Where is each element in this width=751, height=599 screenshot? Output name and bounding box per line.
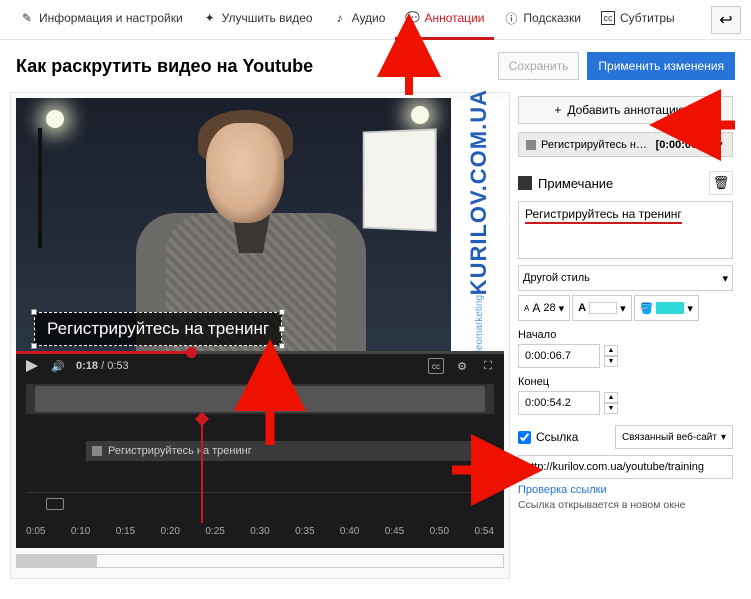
reply-arrow-icon: ↩ [719, 10, 732, 30]
annotation-panel: + Добавить аннотацию ▾ Регистрируйтесь н… [518, 92, 733, 579]
tab-enhance[interactable]: ✦ Улучшить видео [193, 0, 323, 40]
tab-enhance-label: Улучшить видео [222, 11, 313, 25]
volume-icon[interactable]: 🔊 [50, 358, 66, 374]
start-label: Начало [518, 329, 733, 341]
font-size-control[interactable]: AA 28 ▾ [518, 295, 570, 321]
chevron-down-icon: ▾ [687, 302, 693, 315]
horizontal-scrollbar[interactable] [16, 554, 504, 568]
end-step-down[interactable]: ▼ [604, 403, 618, 414]
player-controls: 🔊 0:18 / 0:53 cc ⚙ ⛶ [16, 354, 504, 378]
font-color-control[interactable]: A▾ [572, 295, 631, 321]
music-icon: ♪ [333, 11, 347, 25]
cc-button-icon[interactable]: cc [428, 358, 444, 374]
tab-info[interactable]: ✎ Информация и настройки [10, 0, 193, 40]
chevron-down-icon: ▾ [559, 302, 565, 315]
tab-cards-label: Подсказки [523, 11, 581, 25]
title-bar: Как раскрутить видео на Youtube Сохранит… [0, 40, 751, 92]
time-display: 0:18 / 0:53 [76, 360, 129, 372]
tab-annotations-label: Аннотации [424, 11, 484, 25]
brand-strip: KURILOV.COM.UA videomarketing [451, 98, 506, 354]
tab-annotations[interactable]: 💬 Аннотации [395, 0, 494, 40]
annotation-text-input[interactable]: Регистрируйтесь на тренинг [518, 201, 733, 259]
note-icon [518, 176, 532, 190]
style-select-label: Другой стиль [523, 272, 590, 284]
note-type-icon [92, 446, 102, 456]
link-url-input[interactable] [518, 455, 733, 479]
paint-bucket-icon: 🪣 [640, 302, 654, 315]
trash-icon: 🗑 [713, 175, 730, 191]
tab-audio[interactable]: ♪ Аудио [323, 0, 396, 40]
timeline-overview[interactable] [26, 384, 494, 414]
apply-button[interactable]: Применить изменения [587, 52, 735, 80]
speech-bubble-icon: 💬 [405, 11, 419, 25]
fullscreen-icon[interactable]: ⛶ [480, 358, 496, 374]
page-title: Как раскрутить видео на Youtube [16, 56, 313, 77]
chevron-down-icon: ▾ [722, 272, 728, 285]
annotation-overlay[interactable]: Регистрируйтесь на тренинг [34, 312, 282, 346]
tab-subtitles-label: Субтитры [620, 11, 675, 25]
annotation-overlay-text: Регистрируйтесь на тренинг [47, 319, 269, 338]
timeline[interactable]: Регистрируйтесь на тренинг 0:050:100:150… [16, 378, 504, 548]
wand-icon: ✦ [203, 11, 217, 25]
tab-audio-label: Аудио [352, 11, 386, 25]
timeline-annotation-item[interactable]: Регистрируйтесь на тренинг [86, 441, 484, 461]
start-step-down[interactable]: ▼ [604, 356, 618, 367]
add-annotation-button[interactable]: + Добавить аннотацию ▾ [518, 96, 733, 124]
timeline-loop-handle[interactable] [46, 498, 64, 510]
video-preview[interactable]: KURILOV.COM.UA videomarketing Регистриру… [16, 98, 506, 354]
timeline-track[interactable]: Регистрируйтесь на тренинг [26, 433, 494, 493]
end-time-input[interactable] [518, 391, 600, 415]
delete-annotation-button[interactable]: 🗑 [709, 171, 733, 195]
link-type-select[interactable]: Связанный веб-сайт ▾ [615, 425, 733, 449]
progress-bar[interactable] [16, 351, 504, 354]
note-header-label: Примечание [538, 176, 613, 191]
end-label: Конец [518, 376, 733, 388]
font-size-icon: A [524, 304, 529, 313]
link-label: Ссылка [536, 430, 578, 444]
pencil-icon: ✎ [20, 11, 34, 25]
annotation-list-item[interactable]: Регистрируйтесь на трен... [0:00:06.7] ▾ [518, 132, 733, 157]
tab-info-label: Информация и настройки [39, 11, 183, 25]
chevron-down-icon: ▾ [721, 432, 726, 443]
chevron-down-icon: ▾ [691, 103, 697, 117]
start-step-up[interactable]: ▲ [604, 345, 618, 356]
settings-icon[interactable]: ⚙ [454, 358, 470, 374]
info-icon: ⓘ [504, 11, 518, 25]
editor-area: KURILOV.COM.UA videomarketing Регистриру… [10, 92, 510, 579]
font-size-value: 28 [543, 302, 555, 314]
start-time-input[interactable] [518, 344, 600, 368]
brand-text: KURILOV.COM.UA [466, 89, 492, 295]
check-link[interactable]: Проверка ссылки [518, 484, 733, 496]
annotation-list-item-time: [0:00:06.7] [656, 139, 710, 151]
link-type-label: Связанный веб-сайт [622, 432, 717, 443]
style-select[interactable]: Другой стиль ▾ [518, 265, 733, 291]
save-button[interactable]: Сохранить [498, 52, 580, 80]
link-checkbox[interactable] [518, 431, 531, 444]
top-tabs: ✎ Информация и настройки ✦ Улучшить виде… [0, 0, 751, 40]
tab-cards[interactable]: ⓘ Подсказки [494, 0, 591, 40]
back-button[interactable]: ↩ [711, 6, 741, 34]
link-opens-new-window: Ссылка открывается в новом окне [518, 499, 733, 511]
tab-subtitles[interactable]: cc Субтитры [591, 0, 685, 40]
timeline-scale: 0:050:100:150:200:250:300:350:400:450:50… [26, 526, 494, 544]
timeline-annotation-label: Регистрируйтесь на тренинг [108, 445, 252, 457]
annotation-list-item-name: Регистрируйтесь на трен... [541, 139, 651, 151]
add-annotation-label: Добавить аннотацию [567, 103, 684, 117]
note-type-icon [526, 140, 536, 150]
play-icon[interactable] [24, 358, 40, 374]
plus-icon: + [554, 103, 561, 117]
note-section-header: Примечание 🗑 [518, 171, 733, 195]
font-color-icon: A [578, 302, 586, 314]
chevron-down-icon: ▾ [620, 302, 626, 315]
bg-color-control[interactable]: 🪣▾ [634, 295, 699, 321]
end-step-up[interactable]: ▲ [604, 392, 618, 403]
cc-icon: cc [601, 11, 615, 25]
chevron-down-icon: ▾ [715, 138, 725, 151]
